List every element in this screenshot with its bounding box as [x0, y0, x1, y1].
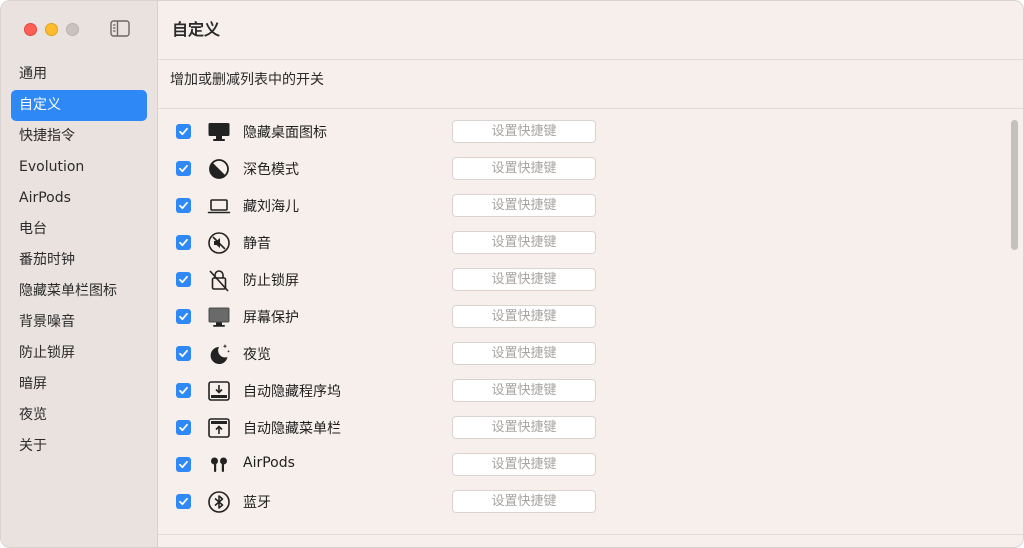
main-panel: 自定义 增加或删减列表中的开关 隐藏桌面图标 设置快捷键 深色模式 设置快捷键 … — [158, 1, 1023, 547]
shortcut-recorder[interactable]: 设置快捷键 — [452, 305, 596, 328]
row-label: 屏幕保护 — [243, 310, 299, 326]
row-label: 静音 — [243, 236, 271, 252]
list-row-screen-saver: 屏幕保护 设置快捷键 — [158, 300, 1009, 337]
list-row-mute: 静音 设置快捷键 — [158, 226, 1009, 263]
bluetooth-icon — [206, 489, 232, 515]
sidebar-item-hide-menubar-icons[interactable]: 隐藏菜单栏图标 — [11, 276, 147, 307]
dark-mode-icon — [206, 156, 232, 182]
list-row-bluetooth: 蓝牙 设置快捷键 — [158, 485, 1009, 522]
sidebar-item-background-noise[interactable]: 背景噪音 — [11, 307, 147, 338]
airpods-icon — [206, 452, 232, 478]
moon-stars-icon — [206, 341, 232, 367]
app-window: 通用 自定义 快捷指令 Evolution AirPods 电台 番茄时钟 隐藏… — [0, 0, 1024, 548]
shortcut-recorder[interactable]: 设置快捷键 — [452, 268, 596, 291]
shortcut-recorder[interactable]: 设置快捷键 — [452, 157, 596, 180]
list-row-hide-desktop-icons: 隐藏桌面图标 设置快捷键 — [158, 115, 1009, 152]
bottom-bar — [158, 534, 1023, 547]
shortcut-recorder[interactable]: 设置快捷键 — [452, 194, 596, 217]
toggle-list: 隐藏桌面图标 设置快捷键 深色模式 设置快捷键 藏刘海儿 设置快捷键 静音 设置… — [158, 109, 1009, 527]
close-window-button[interactable] — [24, 23, 37, 36]
sidebar-item-shortcuts[interactable]: 快捷指令 — [11, 121, 147, 152]
row-label: AirPods — [243, 455, 295, 471]
section-subtitle: 增加或删减列表中的开关 — [170, 72, 324, 88]
row-checkbox[interactable] — [176, 161, 191, 176]
sidebar-item-radio[interactable]: 电台 — [11, 214, 147, 245]
desktop-icon — [206, 119, 232, 145]
row-label: 蓝牙 — [243, 495, 271, 511]
row-checkbox[interactable] — [176, 124, 191, 139]
row-checkbox[interactable] — [176, 494, 191, 509]
mute-icon — [206, 230, 232, 256]
row-checkbox[interactable] — [176, 309, 191, 324]
row-checkbox[interactable] — [176, 457, 191, 472]
row-label: 防止锁屏 — [243, 273, 299, 289]
row-checkbox[interactable] — [176, 198, 191, 213]
list-row-hide-notch: 藏刘海儿 设置快捷键 — [158, 189, 1009, 226]
list-row-partial — [158, 522, 1009, 527]
sidebar-item-dim-screen[interactable]: 暗屏 — [11, 369, 147, 400]
list-row-dark-mode: 深色模式 设置快捷键 — [158, 152, 1009, 189]
sidebar-item-evolution[interactable]: Evolution — [11, 152, 147, 183]
row-checkbox[interactable] — [176, 235, 191, 250]
list-row-auto-hide-menubar: 自动隐藏菜单栏 设置快捷键 — [158, 411, 1009, 448]
page-title: 自定义 — [172, 20, 221, 39]
sidebar-item-airpods[interactable]: AirPods — [11, 183, 147, 214]
row-label: 夜览 — [243, 347, 271, 363]
sidebar: 通用 自定义 快捷指令 Evolution AirPods 电台 番茄时钟 隐藏… — [1, 1, 158, 547]
shortcut-recorder[interactable]: 设置快捷键 — [452, 490, 596, 513]
scrollbar-thumb[interactable] — [1011, 120, 1018, 250]
sidebar-item-customize[interactable]: 自定义 — [11, 90, 147, 121]
minimize-window-button[interactable] — [45, 23, 58, 36]
row-label: 隐藏桌面图标 — [243, 125, 327, 141]
shortcut-recorder[interactable]: 设置快捷键 — [452, 416, 596, 439]
sidebar-toggle-icon[interactable] — [110, 20, 130, 37]
sidebar-item-about[interactable]: 关于 — [11, 431, 147, 462]
row-checkbox[interactable] — [176, 383, 191, 398]
row-checkbox[interactable] — [176, 346, 191, 361]
monitor-icon — [206, 304, 232, 330]
zoom-window-button[interactable] — [66, 23, 79, 36]
row-label: 藏刘海儿 — [243, 199, 299, 215]
shortcut-recorder[interactable]: 设置快捷键 — [452, 379, 596, 402]
dock-hide-icon — [206, 378, 232, 404]
sidebar-item-general[interactable]: 通用 — [11, 59, 147, 90]
shortcut-recorder[interactable]: 设置快捷键 — [452, 120, 596, 143]
row-label: 自动隐藏程序坞 — [243, 384, 341, 400]
sidebar-nav: 通用 自定义 快捷指令 Evolution AirPods 电台 番茄时钟 隐藏… — [11, 59, 147, 462]
sidebar-item-night-shift[interactable]: 夜览 — [11, 400, 147, 431]
sidebar-item-prevent-lock[interactable]: 防止锁屏 — [11, 338, 147, 369]
row-checkbox[interactable] — [176, 272, 191, 287]
list-row-prevent-lock: 防止锁屏 设置快捷键 — [158, 263, 1009, 300]
list-row-airpods: AirPods 设置快捷键 — [158, 448, 1009, 485]
row-label: 深色模式 — [243, 162, 299, 178]
shortcut-recorder[interactable]: 设置快捷键 — [452, 453, 596, 476]
row-icon — [206, 526, 232, 527]
list-row-night-shift: 夜览 设置快捷键 — [158, 337, 1009, 374]
sidebar-item-pomodoro[interactable]: 番茄时钟 — [11, 245, 147, 276]
divider — [158, 59, 1023, 60]
laptop-icon — [206, 193, 232, 219]
shortcut-recorder[interactable]: 设置快捷键 — [452, 231, 596, 254]
row-label: 自动隐藏菜单栏 — [243, 421, 341, 437]
lock-slash-icon — [206, 267, 232, 293]
shortcut-recorder[interactable]: 设置快捷键 — [452, 342, 596, 365]
menubar-hide-icon — [206, 415, 232, 441]
vertical-scrollbar[interactable] — [1008, 116, 1021, 526]
row-checkbox[interactable] — [176, 420, 191, 435]
list-row-auto-hide-dock: 自动隐藏程序坞 设置快捷键 — [158, 374, 1009, 411]
